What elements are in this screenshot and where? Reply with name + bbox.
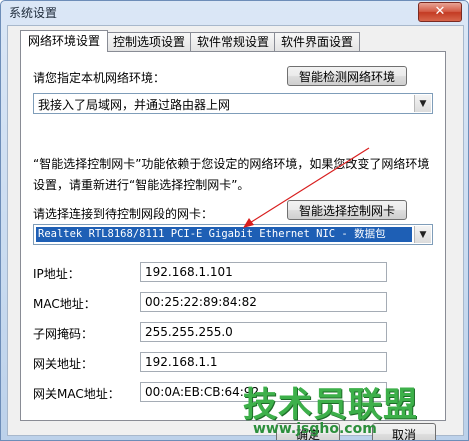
settings-window: 系统设置 ✕ 网络环境设置 控制选项设置 软件常规设置 软件界面设置 请您指定本…	[0, 0, 469, 441]
ok-button[interactable]: 确定	[276, 423, 340, 440]
subnet-label: 子网掩码：	[33, 327, 94, 341]
tab-general-settings[interactable]: 软件常规设置	[190, 32, 276, 51]
network-settings-panel: 请您指定本机网络环境： 智能检测网络环境 我接入了局域网，并通过路由器上网 ▼ …	[20, 51, 446, 421]
arrow-line	[244, 147, 370, 227]
tab-control-options[interactable]: 控制选项设置	[106, 32, 192, 51]
gateway-mac-label: 网关MAC地址：	[33, 387, 120, 401]
subnet-field[interactable]: 255.255.255.0	[140, 322, 387, 342]
ip-field[interactable]: 192.168.1.101	[140, 262, 387, 282]
mac-label: MAC地址：	[33, 297, 96, 311]
gateway-label: 网关地址：	[33, 357, 94, 371]
ip-label: IP地址：	[33, 267, 80, 281]
cancel-button[interactable]: 取消	[372, 423, 436, 440]
window-title: 系统设置	[9, 6, 58, 20]
tab-interface-settings[interactable]: 软件界面设置	[274, 32, 360, 51]
annotation-arrow	[243, 147, 370, 228]
close-button[interactable]: ✕	[418, 2, 462, 22]
dialog-client: 网络环境设置 控制选项设置 软件常规设置 软件界面设置 请您指定本机网络环境： …	[7, 25, 464, 440]
close-icon: ✕	[434, 4, 446, 19]
arrow-head-icon	[243, 218, 254, 228]
gateway-mac-field[interactable]: 00:0A:EB:CB:64:92	[140, 382, 387, 402]
tab-network-settings[interactable]: 网络环境设置	[20, 30, 108, 52]
gateway-field[interactable]: 192.168.1.1	[140, 352, 387, 372]
title-bar[interactable]: 系统设置 ✕	[1, 1, 468, 23]
mac-field[interactable]: 00:25:22:89:84:82	[140, 292, 387, 312]
